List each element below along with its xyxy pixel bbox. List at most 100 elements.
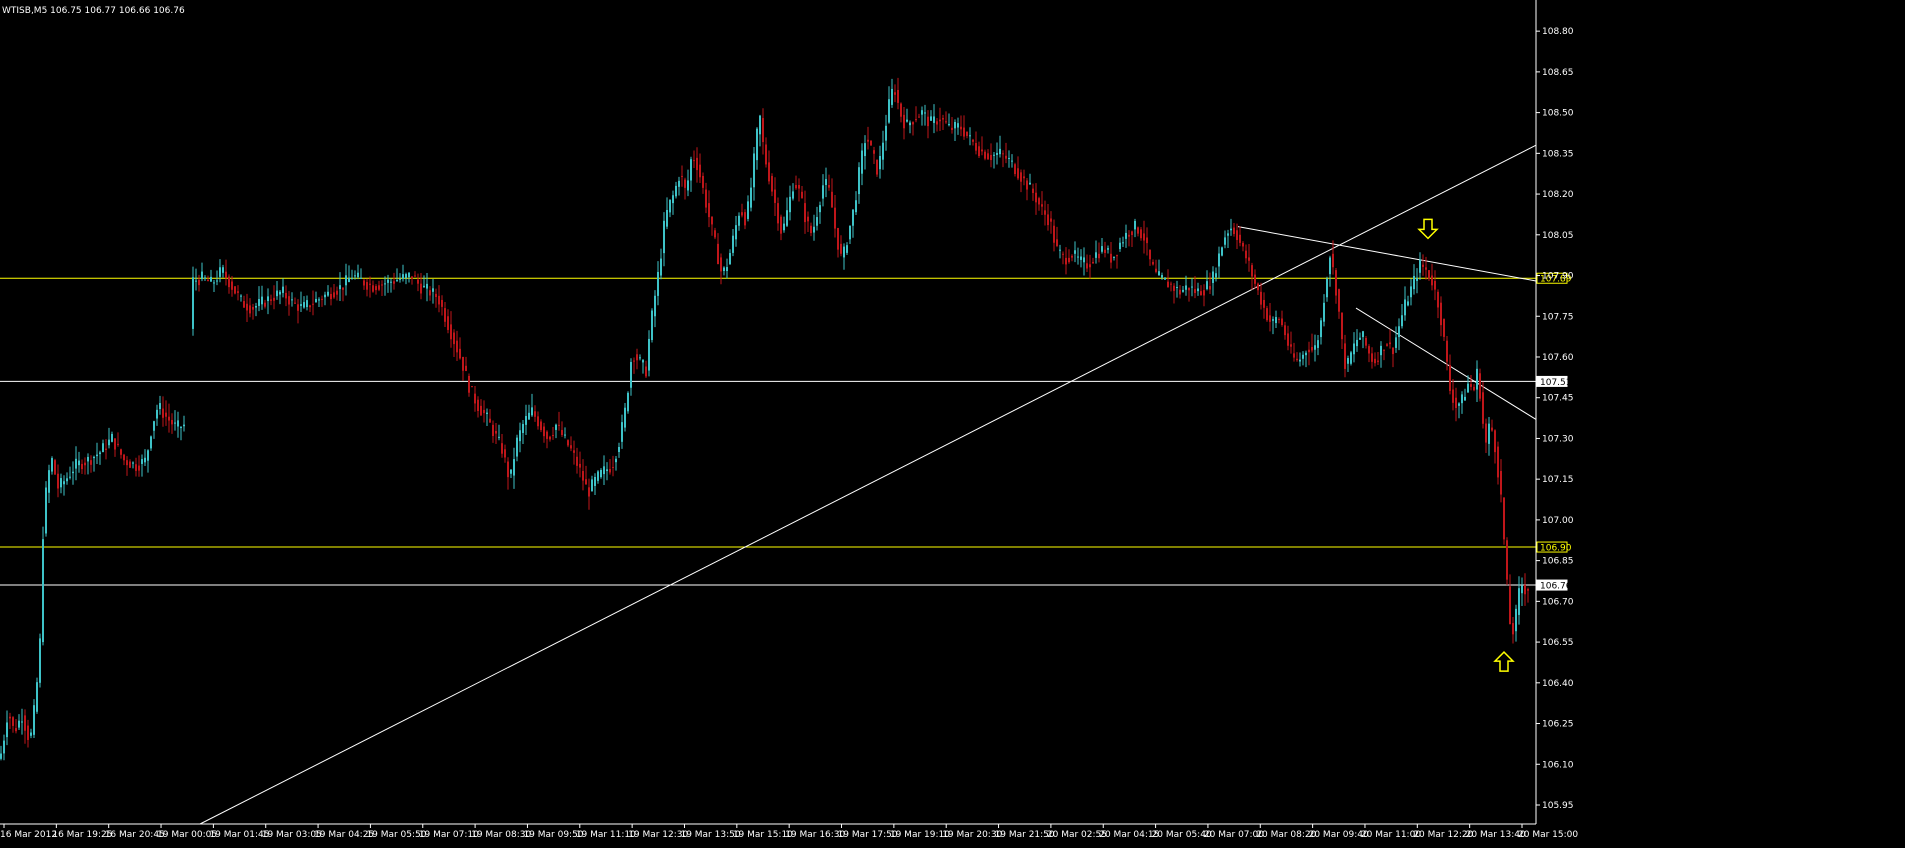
bull-candle-body (726, 267, 728, 271)
bull-candle-body (879, 156, 881, 170)
bull-candle-body (954, 122, 956, 129)
bull-candle-body (864, 143, 866, 157)
bull-candle-body (882, 142, 884, 160)
bear-candle-body (573, 450, 575, 453)
x-tick-label: 20 Mar 04:15 (1099, 830, 1159, 840)
bull-candle-body (627, 392, 629, 412)
bull-candle-body (930, 116, 932, 121)
bear-candle-body (774, 189, 776, 203)
bull-candle-body (1059, 249, 1061, 251)
bear-candle-body (612, 466, 614, 468)
x-tick-label: 20 Mar 07:00 (1204, 830, 1264, 840)
bear-candle-body (1155, 268, 1157, 272)
bear-candle-body (1527, 589, 1529, 591)
level-price-label: 106.76 (1540, 582, 1572, 592)
bull-candle-body (144, 457, 146, 463)
bear-candle-body (1251, 265, 1253, 277)
bull-candle-body (642, 360, 644, 363)
bull-candle-body (957, 123, 959, 128)
bear-candle-body (699, 164, 701, 178)
x-tick-label: 19 Mar 01:45 (209, 830, 269, 840)
bear-candle-body (507, 461, 509, 478)
bull-candle-body (36, 682, 38, 712)
bull-candle-body (96, 454, 98, 457)
bear-candle-body (645, 366, 647, 377)
bear-candle-body (1170, 283, 1172, 285)
bull-candle-body (66, 478, 68, 482)
bear-candle-body (951, 127, 953, 130)
bear-candle-body (567, 440, 569, 446)
bull-candle-body (1461, 394, 1463, 404)
bear-candle-body (1167, 281, 1169, 288)
bear-candle-body (1248, 257, 1250, 261)
bear-candle-body (1017, 168, 1019, 179)
chart-window[interactable]: 107.89 107.51 106.90 106.76 108.80 108.65 108… (0, 0, 1905, 848)
bull-candle-body (1230, 228, 1232, 231)
bull-candle-body (486, 412, 488, 414)
bull-candle-body (786, 210, 788, 226)
bull-candle-body (396, 280, 398, 282)
bear-candle-body (558, 424, 560, 426)
bear-candle-body (741, 212, 743, 216)
bull-candle-body (792, 191, 794, 199)
bear-candle-body (1368, 346, 1370, 354)
bull-candle-body (783, 223, 785, 231)
bear-candle-body (1026, 180, 1028, 190)
bear-candle-body (312, 303, 314, 305)
bull-candle-body (1326, 278, 1328, 298)
bear-candle-body (1506, 540, 1508, 580)
bear-candle-body (981, 149, 983, 152)
bull-candle-body (1404, 299, 1406, 316)
bear-candle-body (81, 463, 83, 470)
x-tick-label: 19 Mar 13:50 (680, 830, 740, 840)
bear-candle-body (1254, 274, 1256, 284)
bear-candle-body (1332, 253, 1334, 268)
bear-candle-body (771, 175, 773, 192)
bear-candle-body (1422, 264, 1424, 267)
bull-candle-body (564, 434, 566, 436)
bull-candle-body (789, 196, 791, 213)
bear-candle-body (1455, 397, 1457, 408)
bear-candle-body (1110, 253, 1112, 263)
x-tick-label: 19 Mar 00:05 (157, 830, 217, 840)
bear-candle-body (1344, 343, 1346, 369)
bear-candle-body (1503, 497, 1505, 540)
bear-candle-body (807, 216, 809, 222)
bull-candle-body (885, 125, 887, 141)
bull-candle-body (1320, 320, 1322, 338)
bear-candle-body (1491, 427, 1493, 431)
bear-candle-body (984, 151, 986, 159)
bear-candle-body (285, 292, 287, 299)
bear-candle-body (978, 146, 980, 157)
bear-candle-body (393, 281, 395, 284)
bull-candle-body (849, 225, 851, 240)
bear-candle-body (1002, 153, 1004, 155)
bull-candle-body (675, 185, 677, 197)
bull-candle-body (1182, 289, 1184, 292)
bull-candle-body (1458, 403, 1460, 406)
bull-candle-body (993, 154, 995, 156)
bull-candle-body (663, 220, 665, 254)
bull-candle-body (618, 446, 620, 453)
bear-candle-body (990, 154, 992, 161)
bear-candle-body (246, 303, 248, 311)
bull-candle-body (678, 180, 680, 187)
bull-candle-body (348, 277, 350, 283)
bear-candle-body (171, 419, 173, 425)
bear-candle-body (492, 424, 494, 436)
candlestick-chart[interactable]: 107.89107.51106.90106.76 108.80108.65108… (0, 0, 1905, 848)
bear-candle-body (411, 276, 413, 279)
bull-candle-body (594, 476, 596, 486)
bear-candle-body (444, 308, 446, 322)
bear-candle-body (579, 463, 581, 468)
bear-candle-body (696, 157, 698, 171)
bear-candle-body (543, 426, 545, 437)
bear-candle-body (1035, 192, 1037, 203)
y-tick-label: 107.00 (1542, 516, 1574, 526)
bull-candle-body (102, 443, 104, 453)
bull-candle-body (180, 427, 182, 429)
y-tick-label: 107.45 (1542, 394, 1574, 404)
bear-candle-body (1494, 430, 1496, 453)
bear-candle-body (1071, 255, 1073, 258)
bear-candle-body (378, 285, 380, 290)
